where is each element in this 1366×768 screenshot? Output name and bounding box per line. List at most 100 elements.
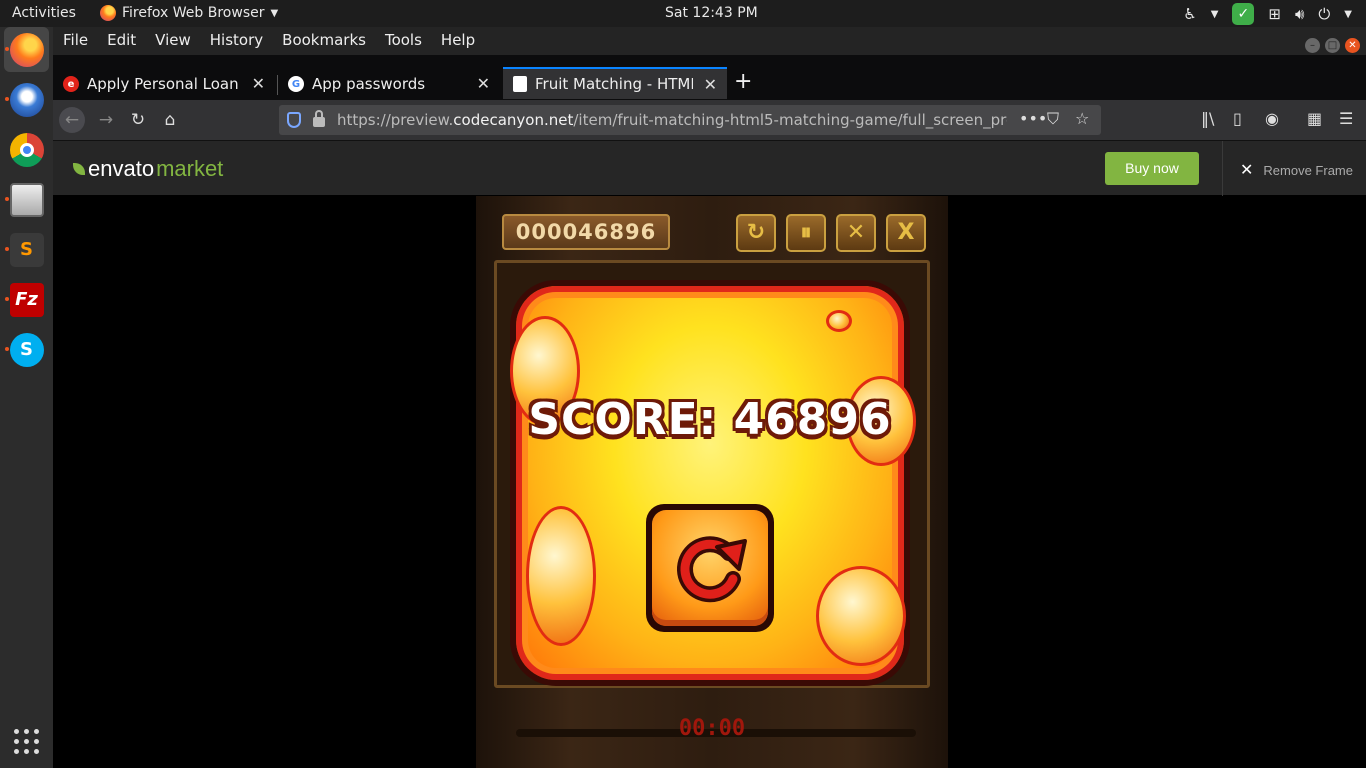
menu-tools[interactable]: Tools	[385, 31, 422, 49]
dock-filezilla[interactable]: Fz	[4, 277, 49, 322]
system-top-bar: Activities Firefox Web Browser ▼ Sat 12:…	[0, 0, 1366, 27]
tab-fruit-matching[interactable]: Fruit Matching - HTML5 M ✕	[503, 67, 727, 99]
lock-icon[interactable]	[313, 110, 325, 127]
thunderbird-icon	[9, 82, 44, 117]
juice-splash	[816, 566, 906, 666]
app-menu[interactable]: Firefox Web Browser ▼	[100, 5, 278, 21]
juice-drop	[826, 310, 852, 332]
system-tray[interactable]: ♿ ▼ ✓ ⊞ 🔊︎ ⏻ ▼	[1183, 3, 1352, 25]
tab-title: Fruit Matching - HTML5 M	[535, 75, 693, 93]
accessibility-icon[interactable]: ♿	[1183, 5, 1196, 23]
chrome-icon	[9, 132, 44, 167]
tab-app-passwords[interactable]: G App passwords ✕	[278, 68, 500, 100]
network-icon[interactable]: ⊞	[1268, 5, 1281, 23]
clock[interactable]: Sat 12:43 PM	[665, 5, 758, 21]
tab-favicon: G	[288, 76, 304, 92]
dock-sublime[interactable]: S	[4, 227, 49, 272]
exit-icon[interactable]: X	[886, 214, 926, 252]
restart-button[interactable]	[646, 504, 774, 632]
pocket-icon[interactable]: ⛉	[1047, 109, 1059, 129]
close-tab-icon[interactable]: ✕	[704, 75, 717, 94]
app-menu-label: Firefox Web Browser	[122, 5, 265, 21]
close-tab-icon[interactable]: ✕	[252, 74, 265, 93]
running-indicator	[5, 197, 9, 201]
close-icon: ✕	[1240, 162, 1254, 179]
running-indicator	[5, 247, 9, 251]
chevron-down-icon: ▼	[270, 7, 279, 19]
pause-icon[interactable]: ⏸︎	[786, 214, 826, 252]
power-icon[interactable]: ⏻	[1318, 5, 1330, 23]
sublime-text-icon: S	[9, 232, 44, 267]
menu-edit[interactable]: Edit	[107, 31, 136, 49]
firefox-icon	[100, 5, 116, 21]
url-bar[interactable]: https://preview.codecanyon.net/item/frui…	[279, 105, 1101, 135]
hamburger-menu-icon[interactable]: ☰	[1339, 109, 1353, 128]
browser-menu-bar: File Edit View History Bookmarks Tools H…	[53, 27, 1366, 55]
restart-arrow-icon	[677, 536, 747, 603]
minimize-button[interactable]: –	[1305, 38, 1320, 53]
dock-thunderbird[interactable]	[4, 77, 49, 122]
dock-files[interactable]	[4, 177, 49, 222]
tab-favicon: e	[63, 76, 79, 92]
page-icon	[513, 76, 527, 92]
maximize-button[interactable]: □	[1325, 38, 1340, 53]
tab-title: App passwords	[312, 75, 426, 93]
tracking-protection-icon[interactable]	[287, 112, 301, 128]
menu-history[interactable]: History	[210, 31, 263, 49]
running-indicator	[5, 347, 9, 351]
envato-market-bar: envato market Buy now ✕ Remove Frame	[53, 140, 1366, 196]
dock-firefox[interactable]	[4, 27, 49, 72]
skype-icon: S	[9, 332, 44, 367]
running-indicator	[5, 47, 9, 51]
menu-help[interactable]: Help	[441, 31, 475, 49]
filezilla-icon: Fz	[9, 282, 44, 317]
tab-apply-personal-loan[interactable]: e Apply Personal Loan ✕	[53, 68, 275, 100]
running-indicator	[5, 297, 9, 301]
buy-now-button[interactable]: Buy now	[1105, 152, 1199, 185]
remove-frame-button[interactable]: ✕ Remove Frame	[1240, 160, 1353, 180]
back-button[interactable]: ←	[59, 107, 85, 133]
score-counter: 000046896	[502, 214, 670, 250]
page-actions-icon[interactable]: •••	[1019, 109, 1047, 128]
game-canvas[interactable]: 000046896 ↻ ⏸︎ ✕ X SCORE: 46896 00:00	[476, 196, 948, 768]
sidebar-icon[interactable]: ▯	[1233, 109, 1242, 128]
remove-frame-label: Remove Frame	[1263, 162, 1353, 178]
library-icon[interactable]: ‖\	[1201, 109, 1214, 128]
running-indicator	[5, 97, 9, 101]
reload-button[interactable]: ↻	[125, 107, 151, 133]
account-icon[interactable]: ◉	[1265, 109, 1279, 128]
volume-icon[interactable]: 🔊︎	[1295, 5, 1304, 23]
restart-icon[interactable]: ↻	[736, 214, 776, 252]
sound-off-icon[interactable]: ✕	[836, 214, 876, 252]
close-window-button[interactable]: ✕	[1345, 38, 1360, 53]
file-cabinet-icon	[9, 182, 44, 217]
security-shield-icon[interactable]: ✓	[1232, 3, 1255, 25]
extensions-icon[interactable]: ▦	[1307, 109, 1322, 128]
dock-chrome[interactable]	[4, 127, 49, 172]
new-tab-button[interactable]: +	[734, 71, 752, 93]
menu-file[interactable]: File	[63, 31, 88, 49]
tab-title: Apply Personal Loan	[87, 75, 239, 93]
envato-logo[interactable]: envato market	[73, 156, 223, 182]
game-over-popup: SCORE: 46896	[510, 280, 916, 686]
menu-view[interactable]: View	[155, 31, 191, 49]
chevron-down-icon[interactable]: ▼	[1211, 9, 1219, 20]
chevron-down-icon[interactable]: ▼	[1344, 9, 1352, 20]
dock-skype[interactable]: S	[4, 327, 49, 372]
timer: 00:00	[678, 716, 746, 741]
url-text[interactable]: https://preview.codecanyon.net/item/frui…	[337, 111, 1007, 129]
menu-bookmarks[interactable]: Bookmarks	[282, 31, 366, 49]
envato-leaf-icon	[73, 163, 85, 175]
tab-bar: e Apply Personal Loan ✕ G App passwords …	[53, 55, 1366, 100]
close-tab-icon[interactable]: ✕	[477, 74, 490, 93]
forward-button[interactable]: →	[93, 107, 119, 133]
activities-button[interactable]: Activities	[12, 5, 76, 21]
home-button[interactable]: ⌂	[157, 107, 183, 133]
firefox-icon	[9, 32, 44, 67]
dock: S Fz S	[0, 27, 53, 768]
navigation-bar: ← → ↻ ⌂ https://preview.codecanyon.net/i…	[53, 100, 1366, 140]
bookmark-star-icon[interactable]: ☆	[1075, 109, 1089, 128]
show-applications-icon[interactable]	[14, 729, 39, 754]
juice-splash	[526, 506, 596, 646]
final-score: SCORE: 46896	[528, 394, 892, 445]
